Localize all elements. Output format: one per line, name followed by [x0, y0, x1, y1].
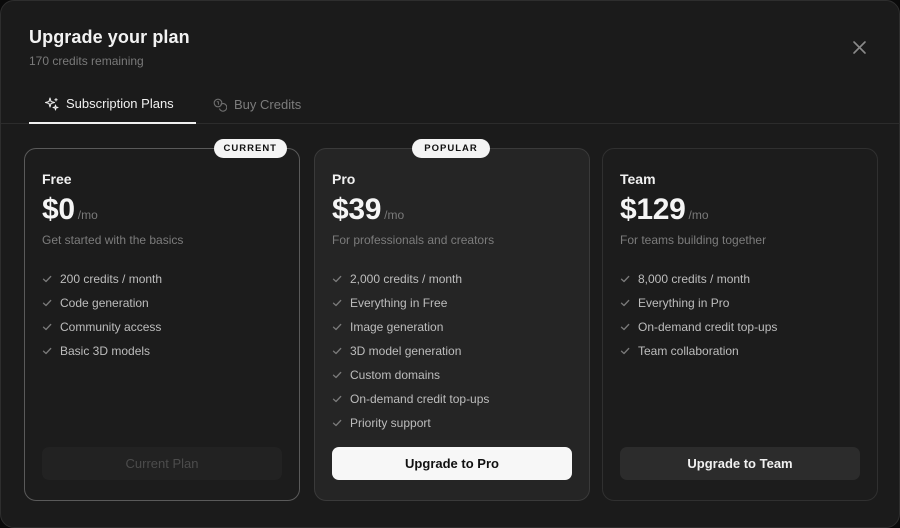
tab-subscription-label: Subscription Plans — [66, 96, 174, 111]
check-icon — [332, 275, 342, 283]
tab-subscription-plans[interactable]: Subscription Plans — [29, 85, 196, 124]
plan-card-pro: POPULAR Pro $39 /mo For professionals an… — [314, 139, 590, 501]
check-icon — [332, 347, 342, 355]
close-icon — [853, 41, 866, 54]
feature-item: Everything in Pro — [620, 291, 777, 315]
check-icon — [332, 299, 342, 307]
feature-text: Custom domains — [350, 368, 441, 382]
feature-list: 200 credits / month Code generation Comm… — [42, 267, 162, 363]
feature-item: 3D model generation — [332, 339, 489, 363]
upgrade-to-team-button[interactable]: Upgrade to Team — [620, 447, 860, 480]
feature-text: Everything in Free — [350, 296, 448, 310]
price-period: /mo — [688, 208, 709, 222]
check-icon — [620, 323, 630, 331]
feature-text: On-demand credit top-ups — [350, 392, 490, 406]
coins-icon — [213, 98, 227, 112]
feature-list: 8,000 credits / month Everything in Pro … — [620, 267, 777, 363]
feature-list: 2,000 credits / month Everything in Free… — [332, 267, 489, 435]
feature-text: Basic 3D models — [60, 344, 151, 358]
feature-item: On-demand credit top-ups — [620, 315, 777, 339]
feature-item: Everything in Free — [332, 291, 489, 315]
check-icon — [332, 371, 342, 379]
feature-text: 3D model generation — [350, 344, 462, 358]
feature-item: Community access — [42, 315, 162, 339]
check-icon — [332, 419, 342, 427]
feature-item: 200 credits / month — [42, 267, 162, 291]
check-icon — [620, 347, 630, 355]
feature-text: Code generation — [60, 296, 149, 310]
feature-text: Everything in Pro — [638, 296, 730, 310]
close-button[interactable] — [849, 37, 871, 59]
price-period: /mo — [77, 208, 98, 222]
tab-buy-credits-label: Buy Credits — [234, 97, 302, 112]
feature-item: Priority support — [332, 411, 489, 435]
feature-text: 8,000 credits / month — [638, 272, 751, 286]
tab-bar: Subscription Plans Buy Credits — [1, 85, 899, 124]
plan-price: $0 — [42, 193, 75, 226]
plan-card-free: CURRENT Free $0 /mo Get started with the… — [24, 139, 300, 501]
check-icon — [332, 395, 342, 403]
plan-card-team: Team $129 /mo For teams building togethe… — [602, 148, 878, 501]
plan-name: Free — [42, 171, 72, 187]
price-row: $0 /mo — [42, 193, 98, 227]
feature-text: 200 credits / month — [60, 272, 163, 286]
feature-item: Team collaboration — [620, 339, 777, 363]
plan-description: Get started with the basics — [42, 233, 184, 247]
plan-description: For professionals and creators — [332, 233, 495, 247]
upgrade-to-pro-button[interactable]: Upgrade to Pro — [332, 447, 572, 480]
feature-item: Basic 3D models — [42, 339, 162, 363]
plan-name: Team — [620, 171, 656, 187]
check-icon — [42, 323, 52, 331]
check-icon — [620, 275, 630, 283]
feature-item: Custom domains — [332, 363, 489, 387]
plan-price: $129 — [620, 193, 686, 226]
feature-text: Community access — [60, 320, 162, 334]
feature-text: 2,000 credits / month — [350, 272, 463, 286]
price-row: $129 /mo — [620, 193, 709, 227]
plan-description: For teams building together — [620, 233, 767, 247]
check-icon — [332, 323, 342, 331]
upgrade-modal: Upgrade your plan 170 credits remaining … — [0, 0, 900, 528]
feature-item: Code generation — [42, 291, 162, 315]
price-row: $39 /mo — [332, 193, 404, 227]
check-icon — [620, 299, 630, 307]
plan-price: $39 — [332, 193, 382, 226]
feature-item: On-demand credit top-ups — [332, 387, 489, 411]
current-badge: CURRENT — [213, 139, 287, 158]
popular-badge: POPULAR — [412, 139, 490, 158]
current-plan-button: Current Plan — [42, 447, 282, 480]
plan-name: Pro — [332, 171, 356, 187]
feature-text: On-demand credit top-ups — [638, 320, 778, 334]
check-icon — [42, 275, 52, 283]
price-period: /mo — [384, 208, 405, 222]
feature-text: Image generation — [350, 320, 444, 334]
credits-remaining: 170 credits remaining — [29, 54, 144, 68]
feature-item: 8,000 credits / month — [620, 267, 777, 291]
feature-text: Priority support — [350, 416, 431, 430]
tab-buy-credits[interactable]: Buy Credits — [213, 85, 333, 124]
feature-item: 2,000 credits / month — [332, 267, 489, 291]
feature-text: Team collaboration — [638, 344, 739, 358]
check-icon — [42, 299, 52, 307]
sparkles-icon — [45, 96, 59, 110]
modal-title: Upgrade your plan — [29, 27, 190, 47]
check-icon — [42, 347, 52, 355]
feature-item: Image generation — [332, 315, 489, 339]
